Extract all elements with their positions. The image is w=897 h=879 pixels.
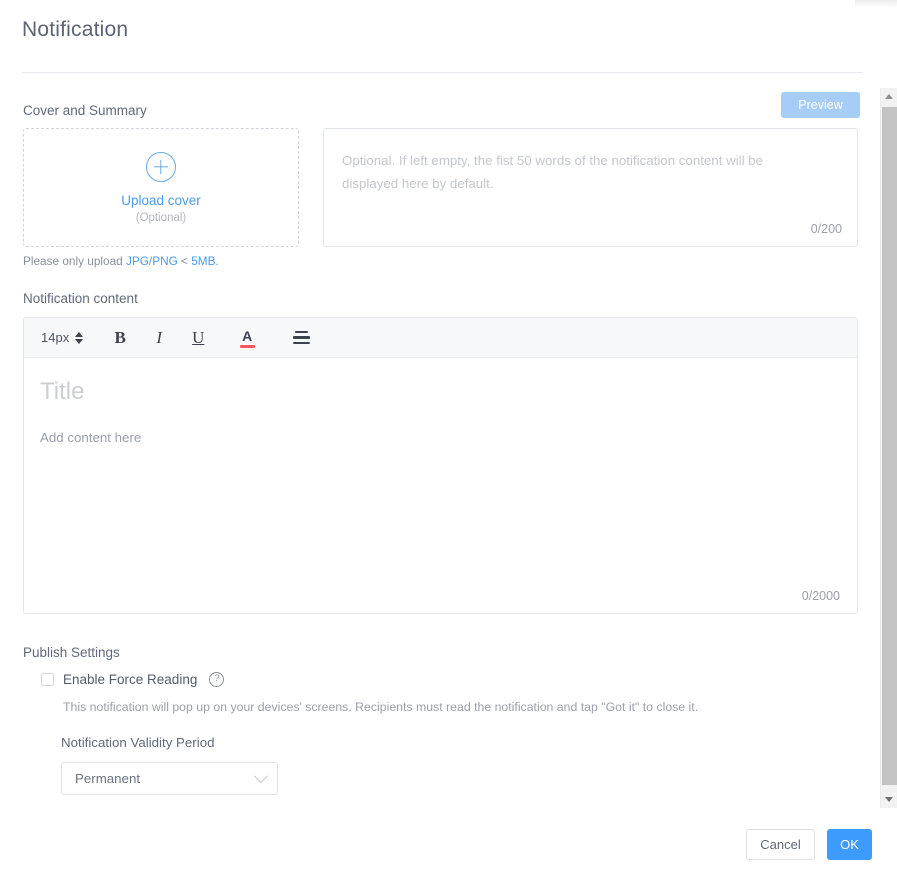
chevron-down-icon — [253, 768, 269, 783]
underline-button[interactable]: U — [185, 325, 211, 351]
vertical-scrollbar[interactable] — [880, 88, 897, 808]
ok-button[interactable]: OK — [827, 829, 872, 860]
summary-placeholder: Optional. If left empty, the fist 50 wor… — [342, 153, 764, 191]
publish-section-label: Publish Settings — [23, 645, 120, 660]
page-title: Notification — [22, 18, 129, 41]
scroll-up-arrow-icon[interactable] — [881, 88, 897, 105]
cover-section-label: Cover and Summary — [23, 103, 147, 118]
validity-period-label: Notification Validity Period — [61, 735, 215, 750]
scrollbar-thumb[interactable] — [882, 107, 897, 785]
header-divider — [22, 72, 863, 73]
force-reading-description: This notification will pop up on your de… — [63, 700, 699, 714]
force-reading-label: Enable Force Reading — [63, 672, 198, 687]
upload-format-hint: Please only upload JPG/PNG < 5MB. — [23, 254, 219, 268]
hint-formats: JPG/PNG — [125, 254, 178, 268]
font-size-stepper[interactable]: 14px — [41, 330, 84, 345]
editor-body[interactable]: Title Add content here 0/2000 — [24, 358, 857, 613]
hint-size: 5MB — [191, 254, 216, 268]
hint-suffix: . — [215, 254, 219, 268]
editor-title-placeholder: Title — [40, 378, 85, 405]
summary-char-counter: 0/200 — [810, 222, 842, 236]
upload-cover-dropzone[interactable]: Upload cover (Optional) — [23, 128, 299, 247]
hint-middle: < — [177, 254, 192, 268]
editor-toolbar: 14px B I U A — [24, 318, 857, 358]
font-size-value: 14px — [41, 330, 70, 345]
validity-period-value: Permanent — [75, 771, 141, 786]
text-color-button[interactable]: A — [234, 325, 260, 351]
rich-text-editor: 14px B I U A Title Add content here 0/20… — [23, 317, 858, 614]
align-icon[interactable] — [288, 325, 314, 351]
text-color-letter: A — [242, 327, 253, 344]
top-right-strip — [855, 0, 897, 8]
text-color-swatch — [239, 344, 255, 348]
question-mark-icon[interactable]: ? — [209, 672, 225, 687]
force-reading-checkbox[interactable] — [41, 673, 54, 686]
editor-content-placeholder: Add content here — [40, 430, 142, 445]
cancel-button[interactable]: Cancel — [746, 829, 815, 860]
italic-button[interactable]: I — [146, 325, 172, 351]
notification-dialog: Notification Cover and Summary Preview U… — [0, 0, 897, 879]
content-section-label: Notification content — [23, 291, 138, 306]
validity-period-select[interactable]: Permanent — [61, 762, 278, 795]
upload-cover-optional: (Optional) — [135, 211, 187, 224]
preview-button[interactable]: Preview — [781, 92, 860, 118]
scroll-down-arrow-icon[interactable] — [881, 791, 897, 808]
hint-prefix: Please only upload — [23, 254, 126, 268]
plus-circle-icon — [146, 151, 176, 182]
summary-textarea[interactable]: Optional. If left empty, the fist 50 wor… — [323, 128, 858, 247]
upload-cover-label: Upload cover — [121, 192, 201, 208]
stepper-updown-icon — [75, 331, 84, 344]
content-char-counter: 0/2000 — [801, 589, 840, 603]
bold-button[interactable]: B — [107, 325, 133, 351]
force-reading-row[interactable]: Enable Force Reading ? — [41, 672, 225, 687]
